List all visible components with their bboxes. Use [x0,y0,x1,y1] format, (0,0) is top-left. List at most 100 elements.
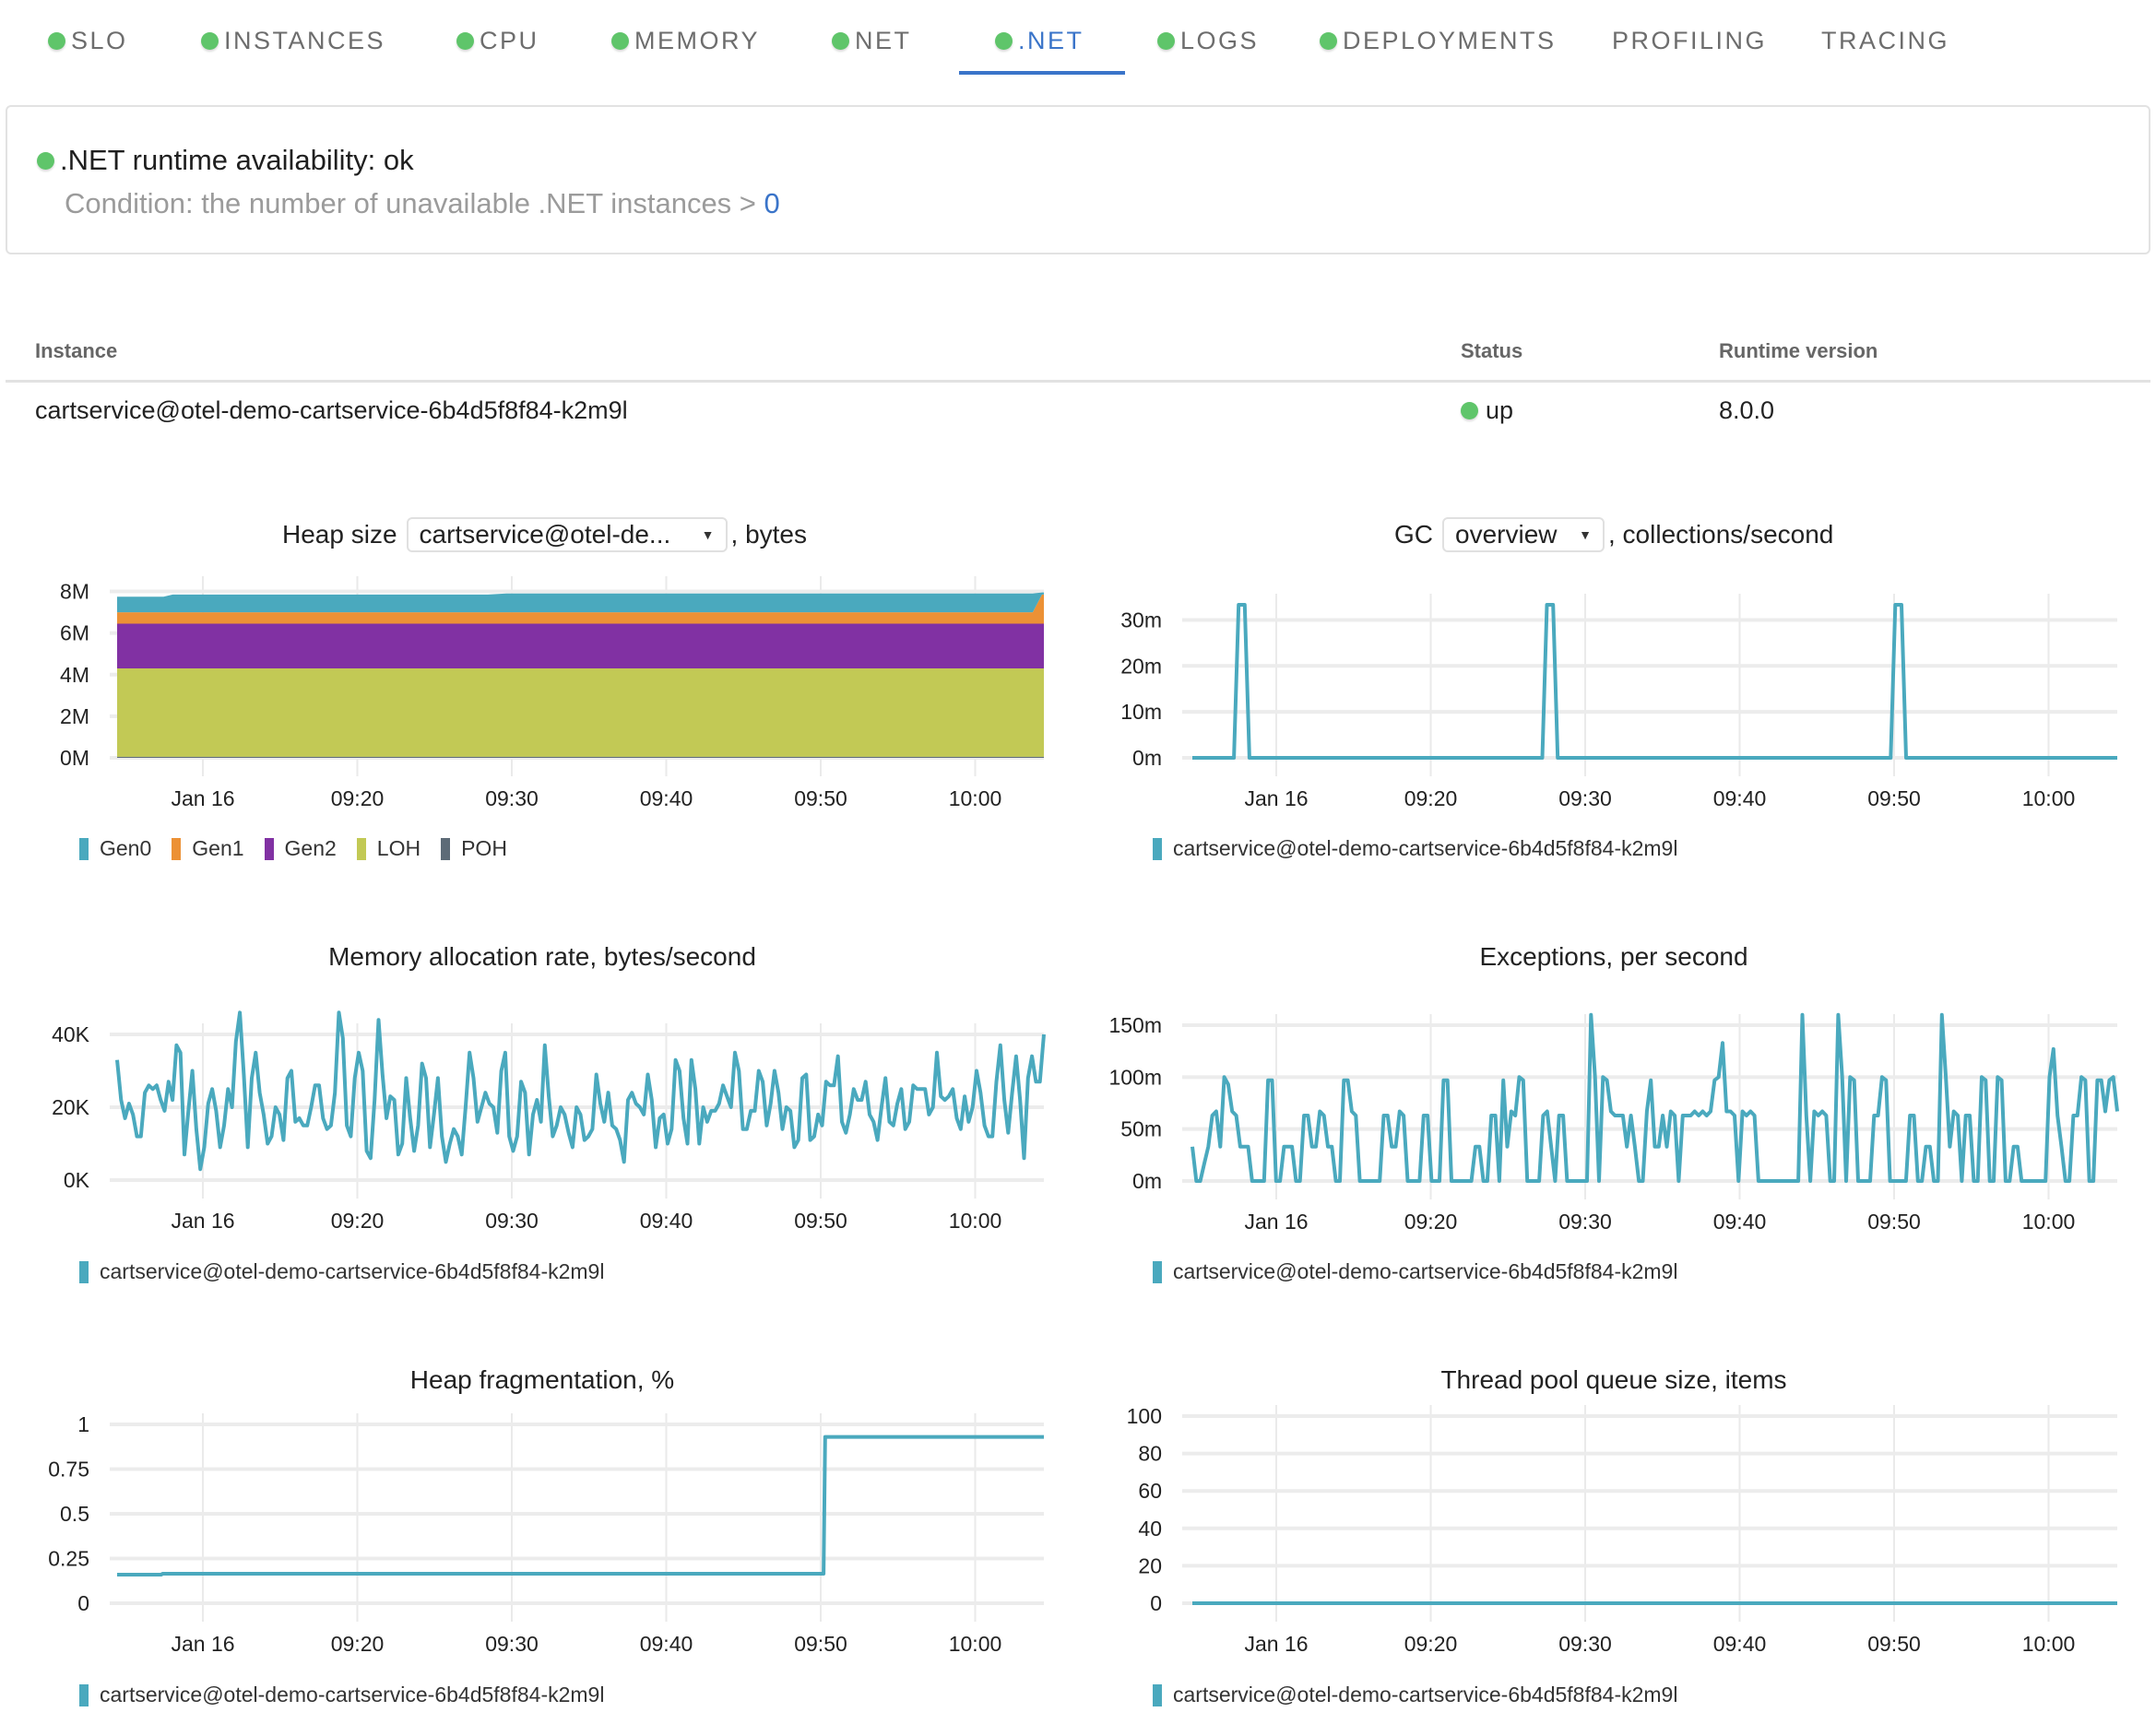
tab-cpu[interactable]: CPU [456,22,539,59]
status-ok-icon [832,31,849,50]
y-tick-label: 50m [1120,1117,1162,1141]
tab-dotnet[interactable]: .NET [995,22,1084,59]
column-header-status[interactable]: Status [1461,339,1522,363]
legend-label: cartservice@otel-demo-cartservice-6b4d5f… [1173,1683,1678,1706]
legend-label: Gen0 [100,836,152,860]
gridlines [1182,1405,2117,1622]
x-tick-label: Jan 16 [1244,786,1308,810]
tab-logs[interactable]: LOGS [1157,22,1259,59]
column-header-instance[interactable]: Instance [35,339,117,363]
status-ok-icon [1157,31,1175,50]
check-condition: Condition: the number of unavailable .NE… [65,187,780,220]
legend-item[interactable]: cartservice@otel-demo-cartservice-6b4d5f… [1153,1259,1677,1284]
legend-item[interactable]: cartservice@otel-demo-cartservice-6b4d5f… [79,1259,604,1284]
check-title: .NET runtime availability: ok [37,144,414,177]
exceptions-chart[interactable]: Jan 16 09:20 09:30 09:40 09:50 10:00 0m 50m 100m… [1077,991,2156,1240]
legend-item[interactable]: cartservice@otel-demo-cartservice-6b4d5f… [79,1683,604,1707]
x-tick-label: 09:20 [331,1209,385,1233]
condition-threshold[interactable]: 0 [764,187,780,219]
legend-label: LOH [376,836,421,860]
tab-label: DEPLOYMENTS [1343,26,1557,54]
legend-item-gen2[interactable]: Gen2 [264,836,337,861]
heap-chart-title: Heap size cartservice@otel-de... ▼ , byte… [282,517,807,552]
tab-label: .NET [1018,26,1084,54]
series-line [1191,1012,2119,1183]
y-tick-label: 40 [1138,1517,1162,1541]
threadpool-chart-title: Thread pool queue size, items [1440,1365,1787,1394]
heap-legend: Gen0 Gen1 Gen2 LOH POH [79,836,527,861]
gc-legend: cartservice@otel-demo-cartservice-6b4d5f… [1153,836,1698,861]
y-tick-label: 0m [1132,746,1162,770]
legend-item-poh[interactable]: POH [441,836,507,861]
x-tick-label: 09:50 [1867,1210,1921,1234]
tab-memory[interactable]: MEMORY [611,22,760,59]
x-tick-label: Jan 16 [171,786,234,810]
legend-item-gen1[interactable]: Gen1 [172,836,244,861]
y-tick-label: 40K [52,1022,90,1046]
y-tick-label: 2M [60,704,89,728]
tab-label: LOGS [1180,26,1260,54]
x-tick-label: 10:00 [949,786,1002,810]
column-header-runtime-version[interactable]: Runtime version [1719,339,1878,363]
legend-label: Gen2 [284,836,337,860]
y-tick-label: 0m [1132,1169,1162,1193]
y-tick-label: 20m [1120,654,1162,678]
x-tick-label: 10:00 [2022,786,2076,810]
instance-name: cartservice@otel-demo-cartservice-6b4d5f… [35,396,628,424]
gc-mode-select[interactable]: overview ▼ [1442,517,1605,552]
exceptions-legend: cartservice@otel-demo-cartservice-6b4d5f… [1153,1259,1698,1284]
x-tick-label: 10:00 [949,1632,1002,1656]
frag-chart-title: Heap fragmentation, % [409,1365,675,1394]
status-ok-icon [37,151,54,170]
legend-label: POH [461,836,507,860]
legend-swatch [441,837,451,860]
status-ok-icon [611,31,629,50]
heap-instance-select[interactable]: cartservice@otel-de... ▼ [406,517,728,552]
gc-chart[interactable]: Jan 16 09:20 09:30 09:40 09:50 10:00 0m 10m 20m 3… [1077,567,2156,816]
legend-item-loh[interactable]: LOH [356,836,421,861]
x-tick-label: 09:20 [331,786,385,810]
tab-profiling[interactable]: PROFILING [1612,22,1767,59]
alloc-rate-chart[interactable]: Jan 16 09:20 09:30 09:40 09:50 10:00 0K 20K 40K [0,991,1079,1240]
alloc-chart-title: Memory allocation rate, bytes/second [328,942,756,971]
y-tick-label: 6M [60,621,89,645]
table-header-divider [6,380,2150,383]
area-gen2 [117,623,1044,668]
legend-item[interactable]: cartservice@otel-demo-cartservice-6b4d5f… [1153,836,1677,861]
y-tick-label: 0.75 [48,1458,89,1482]
gc-chart-title: GC overview ▼ , collections/second [1394,517,1833,552]
x-tick-label: 09:40 [1713,1632,1767,1656]
legend-item[interactable]: cartservice@otel-demo-cartservice-6b4d5f… [1153,1683,1677,1707]
tab-net[interactable]: NET [832,22,912,59]
tab-deployments[interactable]: DEPLOYMENTS [1320,22,1557,59]
status-text: up [1486,396,1514,424]
x-tick-label: 09:40 [640,1632,693,1656]
tab-bar: SLO INSTANCES CPU MEMORY NET .NET LOGS D… [0,0,2156,76]
heap-title-suffix: , bytes [730,520,807,549]
y-tick-label: 4M [60,663,89,687]
threadpool-queue-chart[interactable]: Jan 16 09:20 09:30 09:40 09:50 10:00 0 20 40 60 80… [1077,1401,2156,1664]
tab-label: PROFILING [1612,26,1768,54]
alloc-legend: cartservice@otel-demo-cartservice-6b4d5f… [79,1259,624,1284]
tab-instances[interactable]: INSTANCES [201,22,385,59]
y-tick-label: 20K [52,1095,90,1119]
y-tick-label: 80 [1138,1442,1162,1466]
legend-label: Gen1 [192,836,244,860]
tab-label: NET [855,26,912,54]
heap-size-chart[interactable]: Jan 16 09:20 09:30 09:40 09:50 10:00 0M 2M 4M 6M 8… [0,567,1079,816]
x-tick-label: 09:20 [1404,1632,1458,1656]
legend-swatch [264,837,274,860]
legend-label: cartservice@otel-demo-cartservice-6b4d5f… [1173,836,1678,860]
gc-title-prefix: GC [1394,520,1433,549]
legend-item-gen0[interactable]: Gen0 [79,836,151,861]
legend-swatch [79,1260,89,1283]
check-title-text: .NET runtime availability: ok [60,144,414,176]
x-tick-label: 10:00 [2022,1632,2076,1656]
heap-fragmentation-chart[interactable]: Jan 16 09:20 09:30 09:40 09:50 10:00 0 0.25 0.5 0… [0,1401,1079,1664]
tab-slo[interactable]: SLO [48,22,128,59]
tab-tracing[interactable]: TRACING [1821,22,1949,59]
y-tick-label: 150m [1108,1013,1162,1037]
y-tick-label: 1 [77,1412,89,1436]
x-tick-label: 09:30 [485,1209,539,1233]
instance-status: up [1461,396,1513,425]
